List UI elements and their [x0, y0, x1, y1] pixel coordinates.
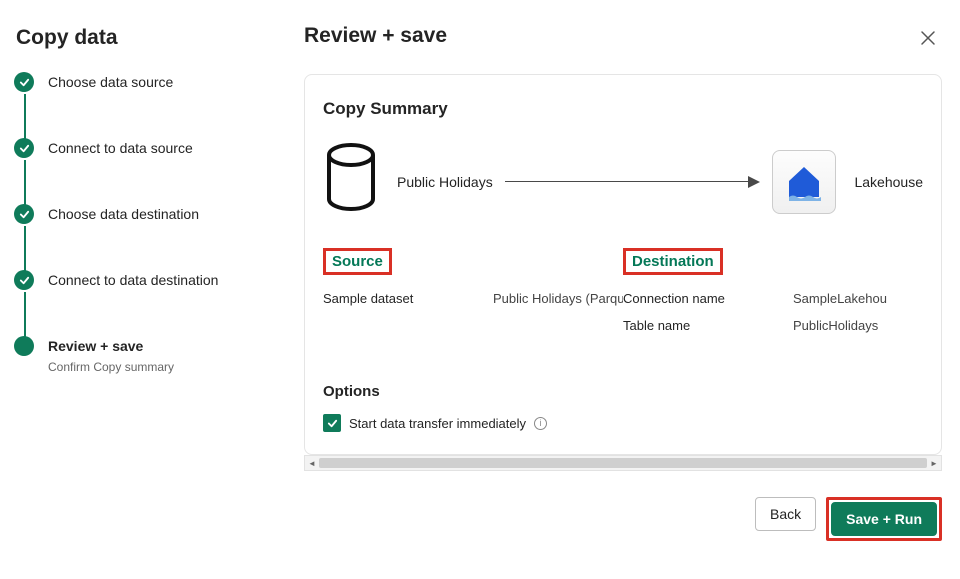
destination-heading: Destination [623, 248, 723, 275]
sidebar-title: Copy data [14, 26, 260, 50]
scrollbar-thumb[interactable] [319, 458, 927, 468]
step-label: Choose data destination [48, 204, 199, 224]
database-icon [323, 143, 379, 220]
dest-kv-row: Connection name SampleLakehou [623, 291, 923, 306]
page-title: Review + save [304, 24, 447, 48]
check-icon [14, 72, 34, 92]
source-details: Source Sample dataset Public Holidays (P… [323, 248, 623, 345]
save-run-highlight: Save + Run [826, 497, 942, 541]
destination-name: Lakehouse [854, 174, 923, 190]
step-review-save[interactable]: Review + save Confirm Copy summary [14, 336, 260, 374]
step-choose-data-destination[interactable]: Choose data destination [14, 204, 260, 270]
step-label: Review + save [48, 336, 174, 356]
check-icon [14, 138, 34, 158]
check-icon [14, 270, 34, 290]
current-step-icon [14, 336, 34, 356]
option-label: Start data transfer immediately [349, 416, 526, 431]
copy-summary-card: Copy Summary Public Holidays [304, 74, 942, 455]
options-heading: Options [323, 383, 923, 400]
step-label: Choose data source [48, 72, 173, 92]
horizontal-scrollbar[interactable]: ◄ ► [304, 455, 942, 471]
close-button[interactable] [914, 24, 942, 52]
source-kv-row: Sample dataset Public Holidays (Parquet) [323, 291, 623, 306]
back-button[interactable]: Back [755, 497, 816, 531]
scroll-right-icon[interactable]: ► [927, 456, 941, 470]
source-name: Public Holidays [397, 174, 493, 190]
step-label: Connect to data source [48, 138, 193, 158]
step-list: Choose data source Connect to data sourc… [14, 72, 260, 374]
check-icon [14, 204, 34, 224]
step-sublabel: Confirm Copy summary [48, 360, 174, 374]
main-panel: Review + save Copy Summary Public Holida… [280, 0, 960, 579]
step-choose-data-source[interactable]: Choose data source [14, 72, 260, 138]
option-start-immediately[interactable]: Start data transfer immediately i [323, 414, 923, 432]
checkbox-checked-icon[interactable] [323, 414, 341, 432]
arrow-icon [505, 176, 761, 188]
footer-actions: Back Save + Run [304, 471, 942, 541]
close-icon [920, 30, 936, 46]
step-connect-data-destination[interactable]: Connect to data destination [14, 270, 260, 336]
wizard-sidebar: Copy data Choose data source Connect to … [0, 0, 280, 579]
step-connect-data-source[interactable]: Connect to data source [14, 138, 260, 204]
dest-kv-row: Table name PublicHolidays [623, 318, 923, 333]
save-run-button[interactable]: Save + Run [831, 502, 937, 536]
destination-details: Destination Connection name SampleLakeho… [623, 248, 923, 345]
summary-flow-row: Public Holidays Lakehouse [323, 143, 923, 220]
card-title: Copy Summary [323, 99, 923, 119]
lakehouse-icon [772, 150, 836, 214]
source-heading: Source [323, 248, 392, 275]
info-icon[interactable]: i [534, 417, 547, 430]
step-label: Connect to data destination [48, 270, 218, 290]
scroll-left-icon[interactable]: ◄ [305, 456, 319, 470]
